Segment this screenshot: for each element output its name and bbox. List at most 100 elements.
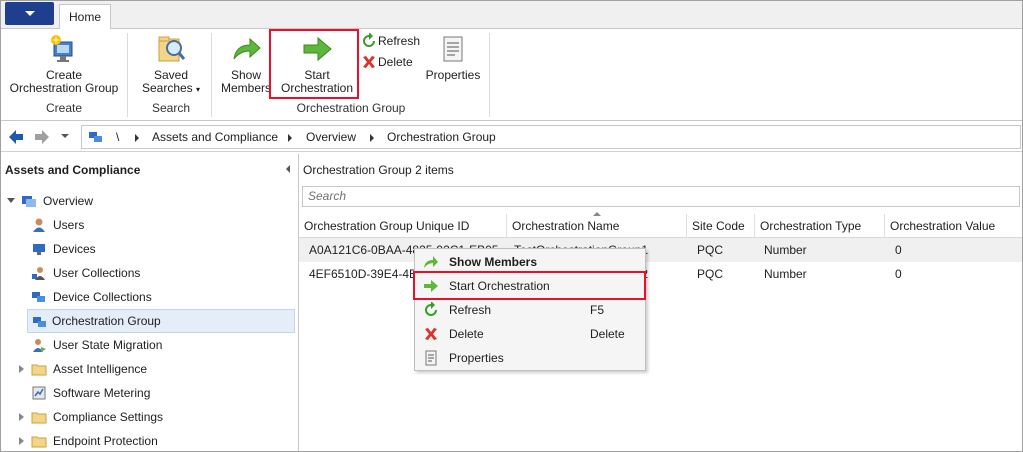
nav-item-device-collections[interactable]: Device Collections	[31, 285, 291, 309]
show-members-label-2: Members	[220, 81, 271, 95]
group-label-create: Create	[45, 101, 83, 115]
content-title: Orchestration Group 2 items	[303, 163, 454, 177]
nav-item-orchestration-group[interactable]: Orchestration Group	[27, 309, 295, 333]
breadcrumb-root[interactable]: \	[116, 126, 119, 148]
console-window: Home Create Orchestration Group Create S…	[0, 0, 1023, 452]
sort-ascending-icon	[593, 212, 601, 216]
expand-compliance-settings-icon[interactable]	[19, 413, 24, 421]
properties-button[interactable]: Properties	[423, 33, 483, 82]
nav-item-compliance-settings[interactable]: Compliance Settings	[31, 405, 291, 429]
show-members-button[interactable]: Show Members	[219, 33, 273, 95]
orchestration-group-icon	[33, 317, 46, 327]
nav-item-overview[interactable]: Overview	[21, 189, 291, 213]
search-input[interactable]: Search	[302, 186, 1020, 207]
nav-item-asset-intelligence[interactable]: Asset Intelligence	[31, 357, 291, 381]
user-collections-icon	[32, 267, 45, 280]
expand-overview-icon[interactable]	[7, 198, 15, 203]
breadcrumb-assets[interactable]: Assets and Compliance	[152, 126, 278, 148]
cell-type: Number	[764, 243, 807, 257]
cell-site: PQC	[697, 267, 724, 281]
nav-item-devices[interactable]: Devices	[31, 237, 291, 261]
menu-label: Delete	[449, 327, 484, 341]
nav-label: User Collections	[53, 266, 141, 280]
expand-asset-intelligence-icon[interactable]	[19, 365, 24, 373]
table-row[interactable]: 4EF6510D-39E4-4B8 TestOrchestrationGroup…	[299, 262, 1022, 286]
table-row[interactable]: A0A121C6-0BAA-4825-92C1-EB05 TestOrchest…	[299, 238, 1022, 262]
nav-label: Devices	[53, 242, 96, 256]
collapse-pane-icon[interactable]	[286, 165, 290, 173]
overview-icon	[22, 196, 36, 207]
create-orchestration-group-button[interactable]: Create Orchestration Group	[7, 33, 121, 95]
breadcrumb-separator-icon[interactable]	[135, 134, 139, 142]
column-header-value[interactable]: Orchestration Value	[885, 214, 1022, 238]
folder-icon	[31, 436, 47, 448]
delete-button[interactable]: Delete	[361, 53, 421, 71]
nav-item-user-collections[interactable]: User Collections	[31, 261, 291, 285]
menu-item-refresh[interactable]: Refresh F5	[415, 298, 645, 322]
refresh-icon	[363, 33, 375, 47]
cell-value: 0	[895, 243, 902, 257]
app-menu-button[interactable]	[5, 2, 54, 25]
context-menu: Show Members Start Orchestration Refresh…	[414, 248, 646, 371]
properties-icon	[425, 350, 437, 366]
column-header-type[interactable]: Orchestration Type	[755, 214, 885, 238]
context-menu-highlight	[413, 271, 646, 300]
content-title-text: Orchestration Group	[303, 163, 412, 177]
delete-label: Delete	[378, 55, 413, 69]
nav-label: Orchestration Group	[52, 314, 161, 328]
ribbon-separator	[211, 33, 212, 117]
create-label-2: Orchestration Group	[9, 81, 119, 95]
menu-item-delete[interactable]: Delete Delete	[415, 322, 645, 346]
menu-label: Refresh	[449, 303, 492, 317]
breadcrumb: \ Assets and Compliance Overview Orchest…	[81, 125, 1021, 149]
column-header-site-code[interactable]: Site Code	[687, 214, 755, 238]
menu-item-properties[interactable]: Properties	[415, 346, 645, 370]
refresh-label: Refresh	[378, 34, 421, 48]
breadcrumb-overview[interactable]: Overview	[306, 126, 356, 148]
breadcrumb-separator-icon[interactable]	[370, 134, 374, 142]
device-collections-icon	[32, 292, 45, 302]
create-orchestration-group-icon	[51, 35, 73, 62]
nav-label: Device Collections	[53, 290, 152, 304]
nav-item-users[interactable]: Users	[31, 213, 291, 237]
history-dropdown-icon[interactable]	[61, 134, 69, 138]
forward-button[interactable]	[33, 127, 51, 147]
nav-item-software-metering[interactable]: Software Metering	[31, 381, 291, 405]
breadcrumb-orchestration-group[interactable]: Orchestration Group	[387, 126, 496, 148]
refresh-button[interactable]: Refresh	[361, 32, 421, 50]
column-header-name[interactable]: Orchestration Name	[507, 214, 687, 238]
start-orchestration-highlight	[269, 29, 359, 99]
column-header-id[interactable]: Orchestration Group Unique ID	[299, 214, 507, 238]
ribbon: Create Orchestration Group Create Saved …	[1, 29, 1022, 121]
nav-label: Overview	[43, 194, 94, 208]
nav-label: Endpoint Protection	[53, 434, 158, 448]
properties-icon	[443, 36, 463, 62]
nav-item-user-state-migration[interactable]: User State Migration	[31, 333, 291, 357]
devices-icon	[33, 244, 45, 255]
saved-searches-icon	[158, 36, 186, 62]
user-state-migration-icon	[33, 339, 46, 352]
cell-type: Number	[764, 267, 807, 281]
expand-endpoint-protection-icon[interactable]	[19, 437, 24, 445]
tab-home[interactable]: Home	[59, 4, 111, 30]
nav-label: Compliance Settings	[53, 410, 164, 424]
breadcrumb-separator-icon[interactable]	[288, 134, 292, 142]
nav-item-endpoint-protection[interactable]: Endpoint Protection	[31, 429, 291, 451]
saved-searches-button[interactable]: Saved Searches ▾	[136, 33, 206, 96]
nav-label: User State Migration	[53, 338, 163, 352]
delete-icon	[363, 56, 375, 68]
ribbon-separator	[489, 33, 490, 117]
refresh-icon	[425, 302, 437, 316]
cell-value: 0	[895, 267, 902, 281]
cell-site: PQC	[697, 243, 724, 257]
navigation-pane: Assets and Compliance Overview Users Dev…	[1, 154, 299, 451]
back-button[interactable]	[7, 127, 25, 147]
grid-header: Orchestration Group Unique ID Orchestrat…	[299, 212, 1022, 238]
dropdown-arrow-icon: ▾	[196, 85, 201, 94]
nav-label: Users	[53, 218, 85, 232]
forward-arrow-icon	[35, 130, 49, 144]
nav-label: Asset Intelligence	[53, 362, 148, 376]
saved-searches-label-2: Searches ▾	[141, 81, 201, 95]
content-pane: Orchestration Group 2 items Search Orche…	[299, 154, 1022, 451]
back-arrow-icon	[9, 130, 23, 144]
